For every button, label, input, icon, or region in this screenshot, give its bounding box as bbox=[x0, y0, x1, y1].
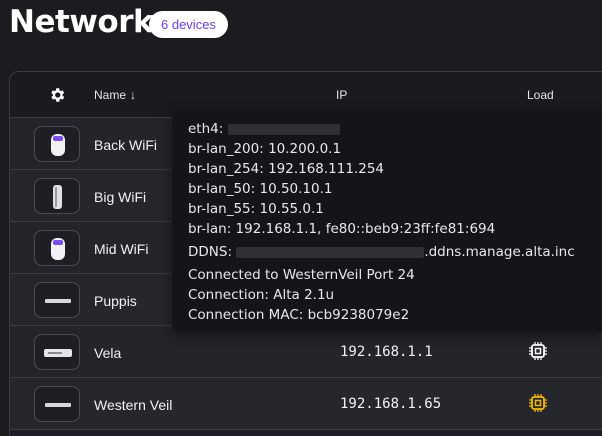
load-chip-icon[interactable] bbox=[528, 341, 548, 361]
column-header-name-label: Name bbox=[94, 88, 127, 102]
device-ip: 192.168.1.65 bbox=[340, 396, 442, 412]
page-title: Network bbox=[9, 4, 154, 40]
redacted-value bbox=[236, 246, 425, 258]
device-name: Mid WiFi bbox=[94, 241, 149, 257]
tooltip-ddns-suffix: .ddns.manage.alta.inc bbox=[424, 244, 575, 260]
device-name: Vela bbox=[94, 345, 122, 361]
wifi-ap-pro-icon bbox=[34, 126, 80, 162]
tooltip-interface-line: br-lan_254: 192.168.111.254 bbox=[188, 161, 385, 177]
wifi-ap-pro-icon bbox=[34, 230, 80, 266]
tooltip-eth4: eth4: bbox=[188, 119, 602, 139]
device-name: Puppis bbox=[94, 293, 137, 309]
column-header-ip[interactable]: IP bbox=[336, 88, 356, 102]
tooltip-interface-line: br-lan: 192.168.1.1, fe80::beb9:23ff:fe8… bbox=[188, 221, 496, 237]
column-header-load[interactable]: Load bbox=[527, 88, 554, 102]
device-name: Back WiFi bbox=[94, 137, 157, 153]
tooltip-interface-line: br-lan_55: 10.55.0.1 bbox=[188, 201, 324, 217]
column-header-name[interactable]: Name ↓ bbox=[94, 88, 136, 102]
tooltip-interface-line: br-lan_200: 10.200.0.1 bbox=[188, 141, 342, 157]
device-name: Big WiFi bbox=[94, 189, 147, 205]
tooltip-connection-mac: Connection MAC: bcb9238079e2 bbox=[188, 307, 410, 323]
redacted-value bbox=[227, 123, 340, 135]
tooltip-ddns: DDNS: .ddns.manage.alta.inc bbox=[188, 242, 602, 262]
switch-icon bbox=[34, 386, 80, 422]
tooltip-connected-to: Connected to WesternVeil Port 24 bbox=[188, 267, 415, 283]
router-icon bbox=[34, 334, 80, 370]
device-count-badge: 6 devices bbox=[149, 11, 228, 38]
device-details-tooltip: eth4: br-lan_200: 10.200.0.1 br-lan_254:… bbox=[172, 111, 602, 331]
tooltip-interface-line: br-lan_50: 10.50.10.1 bbox=[188, 181, 333, 197]
tooltip-ddns-label: DDNS: bbox=[188, 244, 233, 260]
tooltip-connection: Connection: Alta 2.1u bbox=[188, 287, 335, 303]
device-name: Western Veil bbox=[94, 397, 173, 413]
table-row[interactable]: Vela 192.168.1.1 bbox=[10, 326, 602, 378]
tooltip-eth4-label: eth4: bbox=[188, 121, 224, 137]
sort-arrow-down-icon: ↓ bbox=[130, 88, 137, 102]
table-row[interactable]: Western Veil 192.168.1.65 bbox=[10, 378, 602, 430]
device-ip: 192.168.1.1 bbox=[340, 344, 433, 360]
wifi-panel-icon bbox=[34, 178, 80, 214]
switch-icon bbox=[34, 282, 80, 318]
gear-icon[interactable] bbox=[48, 86, 66, 104]
load-chip-warning-icon[interactable] bbox=[528, 393, 548, 413]
